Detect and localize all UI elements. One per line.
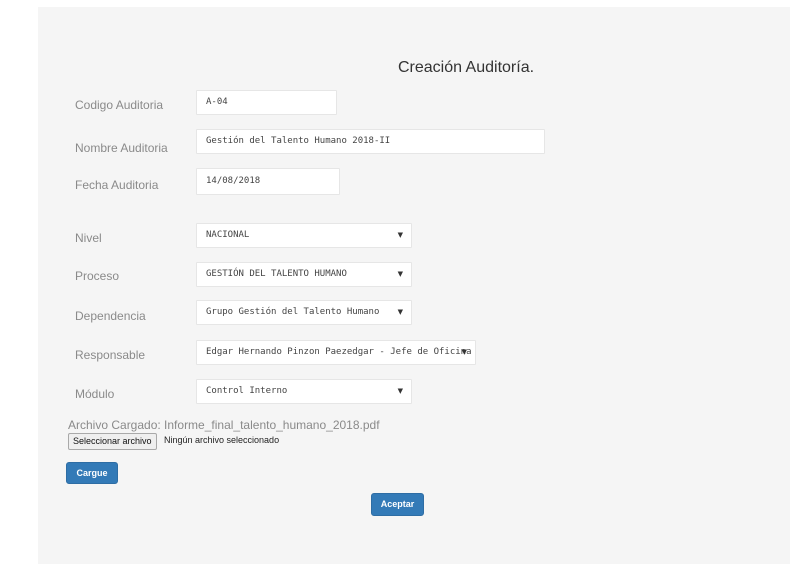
nivel-value: NACIONAL (206, 230, 250, 240)
file-status-text: Ningún archivo seleccionado (164, 435, 280, 445)
archivo-cargado-label: Archivo Cargado: Informe_final_talento_h… (68, 418, 380, 432)
chevron-down-icon: ▼ (397, 231, 403, 239)
proceso-value: GESTIÓN DEL TALENTO HUMANO (206, 269, 347, 279)
fecha-input[interactable]: 14/08/2018 (196, 168, 340, 195)
aceptar-button[interactable]: Aceptar (371, 493, 424, 516)
proceso-select[interactable]: GESTIÓN DEL TALENTO HUMANO ▼ (196, 262, 412, 287)
proceso-label: Proceso (75, 269, 120, 283)
chevron-down-icon: ▼ (397, 387, 403, 395)
codigo-input[interactable]: A-04 (196, 90, 337, 115)
cargue-button[interactable]: Cargue (66, 462, 118, 484)
responsable-value: Edgar Hernando Pinzon Paezedgar - Jefe d… (206, 347, 472, 357)
seleccionar-archivo-button[interactable]: Seleccionar archivo (68, 433, 157, 450)
modulo-label: Módulo (75, 387, 115, 401)
nombre-input[interactable]: Gestión del Talento Humano 2018-II (196, 129, 545, 154)
modulo-select[interactable]: Control Interno ▼ (196, 379, 412, 404)
nivel-label: Nivel (75, 231, 102, 245)
chevron-down-icon: ▼ (397, 308, 403, 316)
dependencia-select[interactable]: Grupo Gestión del Talento Humano ▼ (196, 300, 412, 325)
codigo-label: Codigo Auditoria (75, 98, 164, 112)
dependencia-value: Grupo Gestión del Talento Humano (206, 307, 380, 317)
nivel-select[interactable]: NACIONAL ▼ (196, 223, 412, 248)
nombre-label: Nombre Auditoria (75, 141, 168, 155)
audit-form-panel: Creación Auditoría. Codigo Auditoria A-0… (38, 7, 790, 564)
chevron-down-icon: ▼ (461, 348, 467, 356)
dependencia-label: Dependencia (75, 309, 146, 323)
page-title: Creación Auditoría. (397, 59, 535, 76)
fecha-label: Fecha Auditoria (75, 178, 159, 192)
modulo-value: Control Interno (206, 386, 288, 396)
responsable-label: Responsable (75, 348, 146, 362)
responsable-select[interactable]: Edgar Hernando Pinzon Paezedgar - Jefe d… (196, 340, 476, 365)
chevron-down-icon: ▼ (397, 270, 403, 278)
